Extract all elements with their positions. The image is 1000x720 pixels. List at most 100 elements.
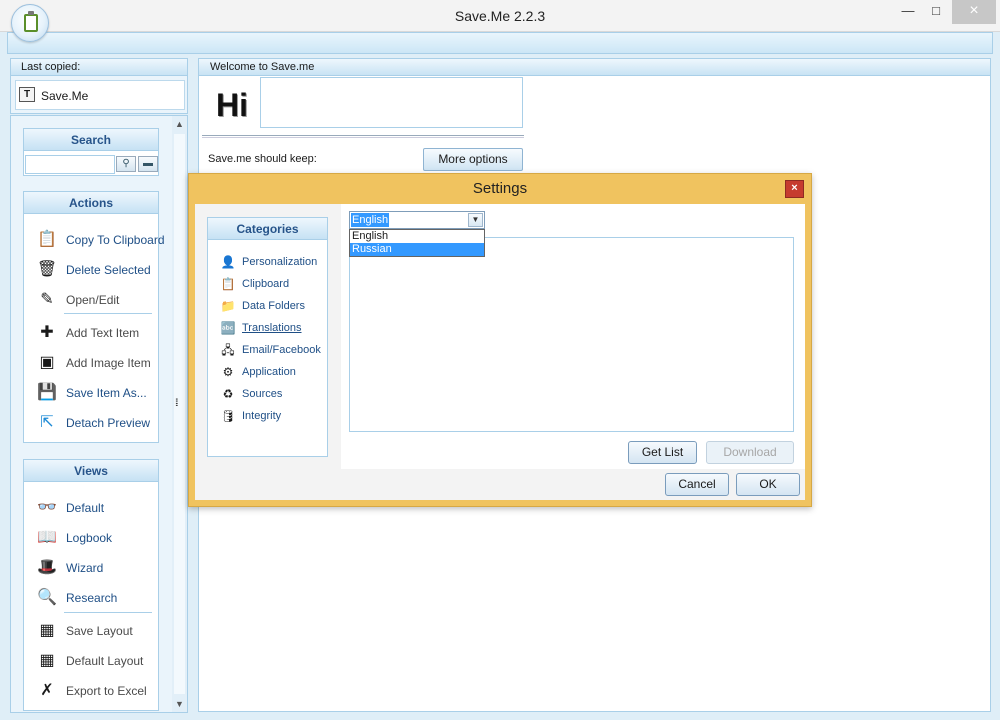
delete-selected-button[interactable]: 🗑 Delete Selected <box>36 258 160 280</box>
save-layout-icon: ▦ <box>39 622 55 639</box>
copy-to-clipboard-button[interactable]: 📋 Copy To Clipboard <box>36 228 164 250</box>
category-label: Email/Facebook <box>242 344 321 356</box>
category-integrity[interactable]: 🛢 Integrity <box>220 407 328 425</box>
maximize-button[interactable]: □ <box>921 0 951 24</box>
add-text-icon: ✚ <box>40 324 54 341</box>
save-item-as-button[interactable]: 💾 Save Item As... <box>36 381 160 403</box>
category-label: Sources <box>242 388 283 400</box>
close-window-button[interactable]: × <box>952 0 996 24</box>
action-label: Copy To Clipboard <box>66 233 165 247</box>
binoculars-icon[interactable]: ⚲ <box>116 156 136 172</box>
search-input[interactable] <box>25 155 115 174</box>
logbook-icon: 📖 <box>37 529 57 546</box>
wizard-hat-icon: 🎩 <box>37 559 57 576</box>
sidebar: Search ⚲ ▬ Actions 📋 Copy To Clipboard 🗑… <box>10 115 188 713</box>
greeting-box[interactable] <box>260 77 523 128</box>
category-data-folders[interactable]: 📁 Data Folders <box>220 297 328 315</box>
last-copied-panel: Last copied: T Save.Me <box>10 58 188 114</box>
views-panel: Views 👓 Default 📖 Logbook 🎩 Wizard 🔍 Res… <box>23 459 159 711</box>
clipboard-icon: 📋 <box>220 277 236 291</box>
person-icon: 👤 <box>220 255 236 269</box>
minimize-button[interactable]: — <box>893 0 923 24</box>
category-label: Clipboard <box>242 278 290 290</box>
category-label: Translations <box>242 322 302 334</box>
scroll-down-icon[interactable]: ▼ <box>172 696 187 712</box>
get-list-button[interactable]: Get List <box>628 441 697 464</box>
divider <box>202 135 524 138</box>
last-copied-header: Last copied: <box>11 59 187 76</box>
view-label: Default <box>66 501 105 515</box>
view-research-button[interactable]: 🔍 Research <box>36 586 160 608</box>
keep-label: Save.me should keep: <box>208 153 317 165</box>
clipboard-delete-icon: 🗑 <box>36 261 58 278</box>
download-button[interactable]: Download <box>706 441 794 464</box>
view-label: Research <box>66 591 118 605</box>
glasses-icon: 👓 <box>37 499 57 516</box>
categories-header: Categories <box>208 218 327 240</box>
category-sources[interactable]: ♻ Sources <box>220 385 328 403</box>
language-option-russian[interactable]: Russian <box>350 243 484 256</box>
view-logbook-button[interactable]: 📖 Logbook <box>36 526 160 548</box>
actions-header: Actions <box>24 192 158 214</box>
save-layout-button[interactable]: ▦ Save Layout <box>36 619 160 641</box>
action-label: Delete Selected <box>66 263 151 277</box>
language-option-english[interactable]: English <box>350 230 484 243</box>
action-label: Add Image Item <box>66 356 151 370</box>
default-layout-icon: ▦ <box>39 652 55 669</box>
action-label: Save Item As... <box>66 386 147 400</box>
detach-icon: ⇱ <box>40 414 54 431</box>
detach-preview-button[interactable]: ⇱ Detach Preview <box>36 411 160 433</box>
pencil-icon: ✎ <box>40 291 54 308</box>
dialog-close-button[interactable]: × <box>785 180 804 198</box>
category-personalization[interactable]: 👤 Personalization <box>220 253 328 271</box>
welcome-header: Welcome to Save.me <box>199 59 990 76</box>
add-text-item-button[interactable]: ✚ Add Text Item <box>36 321 160 343</box>
language-selected: English <box>351 213 390 227</box>
splitter-grip-icon[interactable]: ⁞⁞ <box>175 398 178 409</box>
sidebar-scrollbar[interactable]: ▲ ▼ <box>172 116 187 712</box>
text-item-icon: T <box>19 87 35 102</box>
category-clipboard[interactable]: 📋 Clipboard <box>220 275 328 293</box>
window-title: Save.Me 2.2.3 <box>454 8 546 24</box>
category-label: Personalization <box>242 256 318 268</box>
category-label: Data Folders <box>242 300 305 312</box>
network-icon: 🖧 <box>221 343 235 357</box>
view-wizard-button[interactable]: 🎩 Wizard <box>36 556 160 578</box>
categories-panel: Categories 👤 Personalization 📋 Clipboard… <box>207 217 328 457</box>
app-menu-icon[interactable] <box>11 4 49 42</box>
clipboard-logo-icon <box>24 11 38 32</box>
hi-text: Hi <box>216 87 248 123</box>
research-icon: 🔍 <box>37 589 57 606</box>
open-edit-button[interactable]: ✎ Open/Edit <box>36 288 160 310</box>
excel-icon: ✗ <box>40 682 54 699</box>
separator <box>64 313 152 314</box>
category-email-facebook[interactable]: 🖧 Email/Facebook <box>220 341 328 359</box>
last-copied-text: Save.Me <box>41 89 89 103</box>
scroll-up-icon[interactable]: ▲ <box>172 116 187 132</box>
dialog-body: Categories 👤 Personalization 📋 Clipboard… <box>195 204 805 500</box>
more-options-button[interactable]: More options <box>423 148 523 171</box>
view-default-button[interactable]: 👓 Default <box>36 496 160 518</box>
cancel-button[interactable]: Cancel <box>665 473 729 496</box>
chevron-down-icon[interactable]: ▼ <box>468 213 483 227</box>
category-translations[interactable]: 🔤 Translations <box>220 319 328 337</box>
scrollbar-track[interactable] <box>174 134 185 694</box>
default-layout-button[interactable]: ▦ Default Layout <box>36 649 160 671</box>
view-label: Default Layout <box>66 654 144 668</box>
sources-icon: ♻ <box>222 387 234 401</box>
add-image-item-button[interactable]: ▣ Add Image Item <box>36 351 160 373</box>
search-panel: Search ⚲ ▬ <box>23 128 159 176</box>
ok-button[interactable]: OK <box>736 473 800 496</box>
separator <box>64 612 152 613</box>
actions-panel: Actions 📋 Copy To Clipboard 🗑 Delete Sel… <box>23 191 165 443</box>
translations-list[interactable] <box>349 237 794 432</box>
dialog-title: Settings <box>472 180 528 197</box>
folder-icon: 📁 <box>220 299 236 313</box>
category-application[interactable]: ⚙ Application <box>220 363 328 381</box>
category-label: Application <box>242 366 296 378</box>
last-copied-item[interactable]: T Save.Me <box>15 80 185 110</box>
language-select[interactable]: English ▼ <box>349 211 485 229</box>
export-to-excel-button[interactable]: ✗ Export to Excel <box>36 679 160 701</box>
title-bar: Save.Me 2.2.3 — □ × <box>0 0 1000 32</box>
eraser-icon[interactable]: ▬ <box>138 156 158 172</box>
